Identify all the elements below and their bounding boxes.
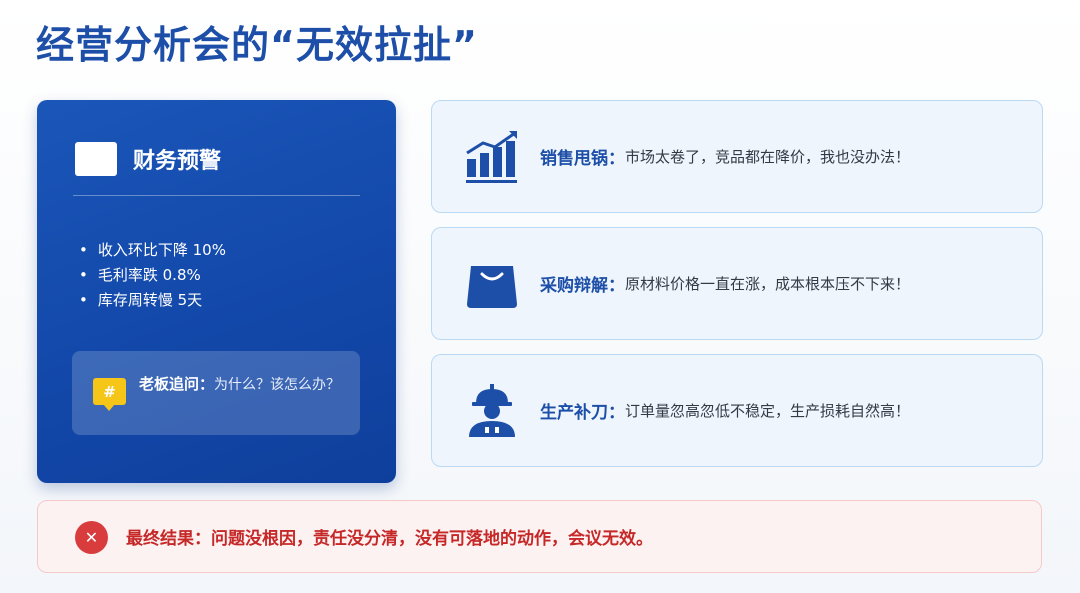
metrics-list: 收入环比下降 10% 毛利率跌 0.8% 库存周转慢 5天	[79, 238, 226, 313]
final-result-banner: ✕ 最终结果：问题没根因，责任没分清，没有可落地的动作，会议无效。	[37, 500, 1042, 573]
production-card: 生产补刀： 订单量忽高忽低不稳定，生产损耗自然高！	[431, 354, 1043, 467]
panel-divider	[73, 195, 360, 196]
hard-hat-worker-icon	[469, 384, 515, 437]
sales-card: 销售甩锅： 市场太卷了，竞品都在降价，我也没办法！	[431, 100, 1043, 213]
boss-question-label: 老板追问：	[139, 375, 215, 393]
boss-question-text: 为什么？该怎么办？	[214, 377, 341, 393]
finance-warning-title: 财务预警	[133, 149, 222, 174]
sales-text: 市场太卷了，竞品都在降价，我也没办法！	[625, 148, 911, 166]
page-title: 经营分析会的“无效拉扯”	[36, 23, 478, 67]
boss-question: 老板追问：为什么？该怎么办？	[139, 372, 349, 397]
finance-warning-header: 财务预警	[75, 142, 221, 176]
final-result-text: 最终结果：问题没根因，责任没分清，没有可落地的动作，会议无效。	[126, 529, 653, 549]
metric-item: 收入环比下降 10%	[79, 238, 226, 263]
shopping-bag-icon	[467, 266, 517, 308]
boss-question-box: # 老板追问：为什么？该怎么办？	[72, 351, 360, 435]
metric-item: 毛利率跌 0.8%	[79, 263, 226, 288]
purchasing-card: 采购辩解： 原材料价格一直在涨，成本根本压不下来！	[431, 227, 1043, 340]
sales-label: 销售甩锅：	[540, 149, 625, 169]
production-statement: 生产补刀： 订单量忽高忽低不稳定，生产损耗自然高！	[540, 355, 910, 466]
production-label: 生产补刀：	[540, 403, 625, 423]
close-circle-icon: ✕	[75, 521, 108, 554]
finance-warning-panel: 财务预警 收入环比下降 10% 毛利率跌 0.8% 库存周转慢 5天 # 老板追…	[37, 100, 396, 483]
speech-bubble-icon: #	[93, 378, 126, 411]
card-icon	[75, 142, 117, 176]
purchasing-statement: 采购辩解： 原材料价格一直在涨，成本根本压不下来！	[540, 228, 910, 339]
metric-item: 库存周转慢 5天	[79, 288, 226, 313]
rising-chart-icon	[466, 131, 517, 183]
production-text: 订单量忽高忽低不稳定，生产损耗自然高！	[625, 402, 911, 420]
sales-statement: 销售甩锅： 市场太卷了，竞品都在降价，我也没办法！	[540, 101, 910, 212]
purchasing-label: 采购辩解：	[540, 276, 625, 296]
purchasing-text: 原材料价格一直在涨，成本根本压不下来！	[625, 275, 911, 293]
